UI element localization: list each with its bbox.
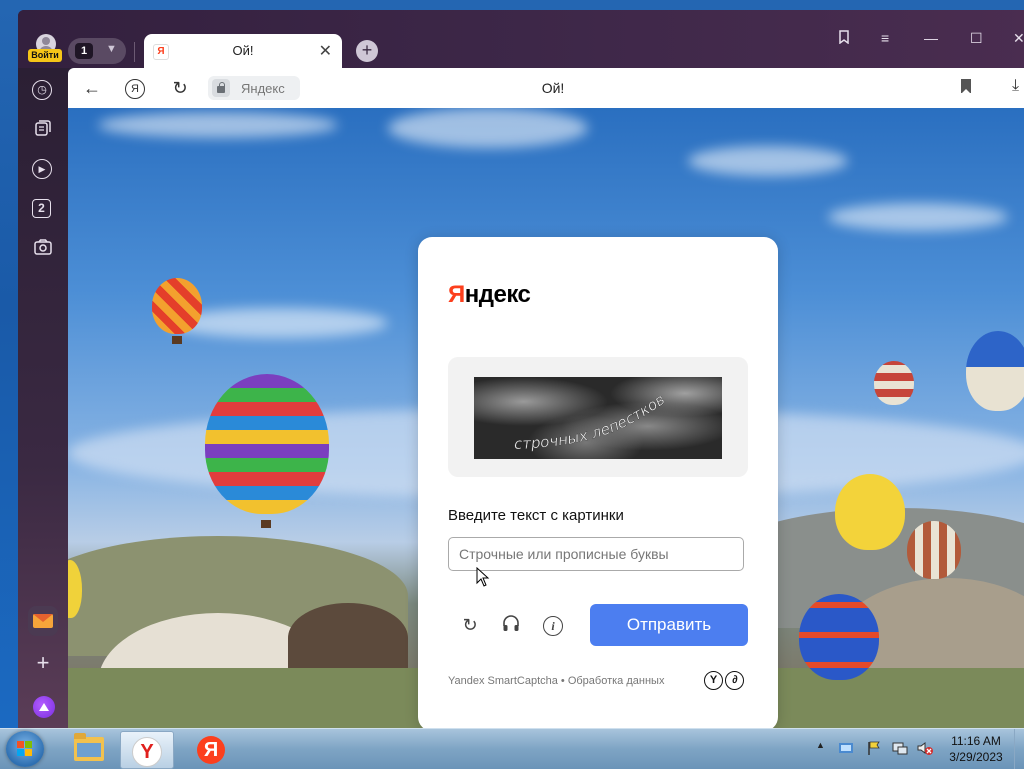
menu-icon[interactable]: ≡	[881, 30, 889, 46]
captcha-card: Яндекс строчных лепестков Введите текст …	[418, 237, 778, 728]
headphones-icon[interactable]	[499, 613, 523, 637]
rock-formation	[288, 603, 408, 673]
balloon	[835, 474, 905, 550]
tabs-count: 1	[75, 43, 93, 59]
page-title: Ой!	[541, 80, 565, 96]
show-desktop-button[interactable]	[1014, 729, 1024, 769]
explorer-taskbar-button[interactable]	[62, 731, 114, 767]
tabs-counter-button[interactable]: 1 ▼	[68, 38, 126, 64]
action-center-flag-icon[interactable]	[866, 740, 882, 759]
login-label: Войти	[28, 49, 62, 62]
yandex-logo: Яндекс	[448, 281, 531, 308]
sidebar: ◷ ▶ 2 +	[18, 68, 68, 728]
page-content: Яндекс строчных лепестков Введите текст …	[68, 108, 1024, 728]
divider	[134, 42, 135, 62]
new-tab-button[interactable]: +	[356, 40, 378, 62]
cloud	[98, 112, 338, 138]
system-clock[interactable]: 11:16 AM 3/29/2023	[944, 733, 1008, 765]
toolbar: ← Я ↻ Яндекс Ой! ⤓	[68, 68, 1024, 108]
start-button[interactable]	[6, 731, 44, 767]
collections-icon[interactable]	[32, 119, 54, 141]
browser-window: Войти 1 ▼ Я Ой! ✕ + ≡ — ☐ ✕ ◷ ▶ 2 + ← Я …	[18, 10, 1024, 728]
history-icon[interactable]: ◷	[32, 80, 52, 100]
bookmarks-panel-icon[interactable]	[837, 30, 851, 47]
tab-title: Ой!	[232, 43, 254, 58]
info-icon[interactable]: i	[543, 616, 563, 636]
yandex-taskbar-button[interactable]: Я	[186, 731, 238, 767]
screenshot-icon[interactable]	[32, 238, 54, 260]
bookmark-icon[interactable]	[961, 79, 971, 94]
balloon	[874, 361, 914, 405]
alice-icon[interactable]	[33, 696, 55, 718]
balloon	[152, 278, 202, 334]
close-tab-icon[interactable]: ✕	[319, 41, 332, 61]
add-icon[interactable]: +	[32, 652, 54, 674]
volume-muted-icon[interactable]	[916, 740, 934, 759]
chevron-down-icon: ▼	[106, 43, 117, 55]
minimize-icon[interactable]: —	[924, 30, 938, 46]
clock-date: 3/29/2023	[949, 750, 1003, 764]
captcha-footer[interactable]: Yandex SmartCaptcha • Обработка данных	[448, 675, 664, 687]
mail-icon[interactable]	[28, 606, 58, 636]
counter-2-icon[interactable]: 2	[32, 199, 51, 218]
balloon	[205, 374, 329, 514]
basket	[261, 520, 271, 528]
profile-button[interactable]: Войти	[28, 34, 66, 66]
captcha-prompt: Введите текст с картинки	[448, 507, 624, 524]
close-icon[interactable]: ✕	[1013, 30, 1024, 47]
cloud	[388, 108, 588, 148]
yandex-browser-icon: Y	[132, 737, 162, 767]
taskbar: Y Я ▲ 11:16 AM 3/29/2023	[0, 728, 1024, 769]
mouse-cursor-icon	[476, 566, 490, 592]
network-icon[interactable]	[892, 740, 908, 759]
basket	[172, 336, 182, 344]
title-bar: Войти 1 ▼ Я Ой! ✕ + ≡ — ☐ ✕	[18, 10, 1024, 68]
tray-app-icon[interactable]	[838, 740, 854, 759]
footer-icons: Y ∂	[704, 670, 745, 690]
yandex-badge-icon: Y	[704, 671, 723, 690]
video-icon[interactable]: ▶	[32, 159, 52, 179]
clock-time: 11:16 AM	[951, 734, 1001, 748]
captcha-input[interactable]	[448, 537, 744, 571]
tray-expand-icon[interactable]: ▲	[816, 740, 825, 750]
maximize-icon[interactable]: ☐	[970, 30, 983, 47]
windows-logo-icon	[17, 741, 33, 757]
submit-button[interactable]: Отправить	[590, 604, 748, 646]
balloon	[966, 331, 1024, 411]
balloon	[907, 521, 961, 579]
cloud	[688, 146, 848, 176]
balloon	[799, 594, 879, 680]
folder-icon	[74, 733, 104, 761]
download-icon[interactable]: ⤓	[1012, 77, 1019, 95]
smartcaptcha-badge-icon: ∂	[725, 671, 745, 690]
svg-text:строчных лепестков: строчных лепестков	[514, 390, 669, 453]
yandex-icon: Я	[197, 736, 225, 764]
cloud	[828, 203, 1008, 231]
yandex-browser-taskbar-button[interactable]: Y	[120, 731, 174, 769]
captcha-image-text: строчных лепестков	[514, 390, 669, 453]
captcha-image-container: строчных лепестков	[448, 357, 748, 477]
captcha-image: строчных лепестков	[474, 377, 722, 459]
refresh-icon[interactable]: ↻	[458, 613, 482, 637]
tab-active[interactable]: Я Ой! ✕	[144, 34, 342, 68]
